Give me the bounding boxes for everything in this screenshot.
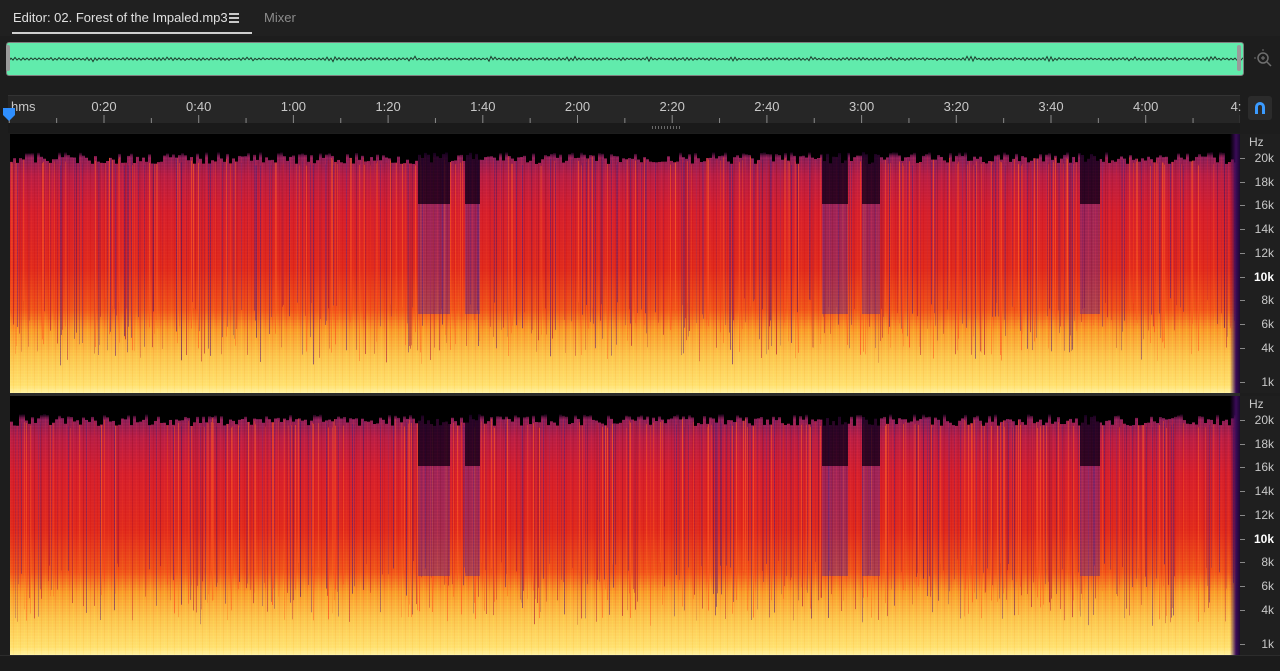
time-label: 3:40	[1038, 99, 1064, 114]
time-label: 2:20	[659, 99, 685, 114]
frequency-label: 10k	[1253, 270, 1274, 284]
frequency-label: 20k	[1254, 413, 1274, 427]
frequency-label: 8k	[1261, 555, 1274, 569]
frequency-label: 16k	[1254, 198, 1274, 212]
frequency-label: 12k	[1254, 508, 1274, 522]
frequency-label: 14k	[1254, 484, 1274, 498]
tab-editor[interactable]: Editor: 02. Forest of the Impaled.mp3	[12, 10, 252, 34]
frequency-tick	[1240, 610, 1245, 611]
frequency-tick	[1240, 562, 1245, 563]
frequency-label: 20k	[1254, 151, 1274, 165]
time-label: 0:20	[91, 99, 117, 114]
bottom-bar	[0, 655, 1280, 671]
time-ruler[interactable]: hms 0:20 0:40 1:00 1:20 1:40 2:00 2:20 2:40 3:00…	[8, 95, 1242, 124]
frequency-label: 14k	[1254, 222, 1274, 236]
time-label: 2:00	[564, 99, 591, 114]
hamburger-icon[interactable]	[229, 12, 241, 24]
frequency-tick	[1240, 382, 1245, 383]
frequency-tick	[1240, 253, 1245, 254]
frequency-tick	[1240, 586, 1245, 587]
frequency-scale-channel-1[interactable]: Hz 20k 18k 16k 14k 12k 10k 8k 6k 4k 1k	[1240, 134, 1280, 393]
frequency-tick	[1240, 444, 1245, 445]
frequency-label: 4k	[1261, 341, 1274, 355]
frequency-unit-label: Hz	[1249, 397, 1264, 411]
overview-wave-line	[7, 55, 1243, 63]
frequency-label: 4k	[1261, 603, 1274, 617]
spectrogram-channel-1[interactable]	[10, 134, 1240, 393]
frequency-label: 16k	[1254, 460, 1274, 474]
time-label: 0:40	[186, 99, 212, 114]
tab-mixer[interactable]: Mixer	[264, 10, 296, 26]
playhead-marker-icon[interactable]	[3, 108, 15, 122]
frequency-label: 12k	[1254, 246, 1274, 260]
frequency-tick	[1240, 539, 1245, 540]
frequency-tick	[1240, 300, 1245, 301]
spectrogram-channel-2[interactable]	[10, 396, 1240, 655]
frequency-label: 1k	[1261, 637, 1274, 651]
snap-toggle-button[interactable]	[1248, 96, 1272, 120]
frequency-label: 8k	[1261, 293, 1274, 307]
frequency-tick	[1240, 277, 1245, 278]
time-label: 3:00	[848, 99, 875, 114]
frequency-scale-channel-2[interactable]: Hz 20k 18k 16k 14k 12k 10k 8k 6k 4k 1k	[1240, 396, 1280, 655]
time-label: 1:20	[375, 99, 401, 114]
frequency-label: 18k	[1254, 437, 1274, 451]
zoom-in-icon[interactable]	[1254, 49, 1274, 69]
frequency-unit-label: Hz	[1249, 135, 1264, 149]
frequency-label: 18k	[1254, 175, 1274, 189]
frequency-tick	[1240, 158, 1245, 159]
frequency-label: 6k	[1261, 317, 1274, 331]
time-label: 4:00	[1133, 99, 1159, 114]
frequency-label: 6k	[1261, 579, 1274, 593]
time-label: 1:40	[470, 99, 496, 114]
frequency-tick	[1240, 205, 1245, 206]
frequency-tick	[1240, 491, 1245, 492]
overview-left-handle[interactable]	[6, 45, 10, 71]
frequency-tick	[1240, 467, 1245, 468]
panel-splitter[interactable]	[8, 123, 1240, 133]
time-label: 4:	[1230, 99, 1242, 114]
splitter-grip-icon[interactable]	[652, 126, 680, 129]
overview-right-handle[interactable]	[1237, 45, 1241, 71]
frequency-label: 10k	[1253, 532, 1274, 546]
magnet-icon	[1255, 102, 1265, 114]
time-label: 1:00	[280, 99, 307, 114]
time-label: 2:40	[754, 99, 780, 114]
frequency-tick	[1240, 182, 1245, 183]
frequency-label: 1k	[1261, 375, 1274, 389]
time-label: 3:20	[943, 99, 969, 114]
tab-bar: Editor: 02. Forest of the Impaled.mp3 Mi…	[0, 0, 1280, 36]
frequency-tick	[1240, 420, 1245, 421]
frequency-tick	[1240, 324, 1245, 325]
frequency-tick	[1240, 229, 1245, 230]
frequency-tick	[1240, 644, 1245, 645]
frequency-tick	[1240, 348, 1245, 349]
overview-waveform[interactable]	[6, 42, 1244, 76]
frequency-tick	[1240, 515, 1245, 516]
